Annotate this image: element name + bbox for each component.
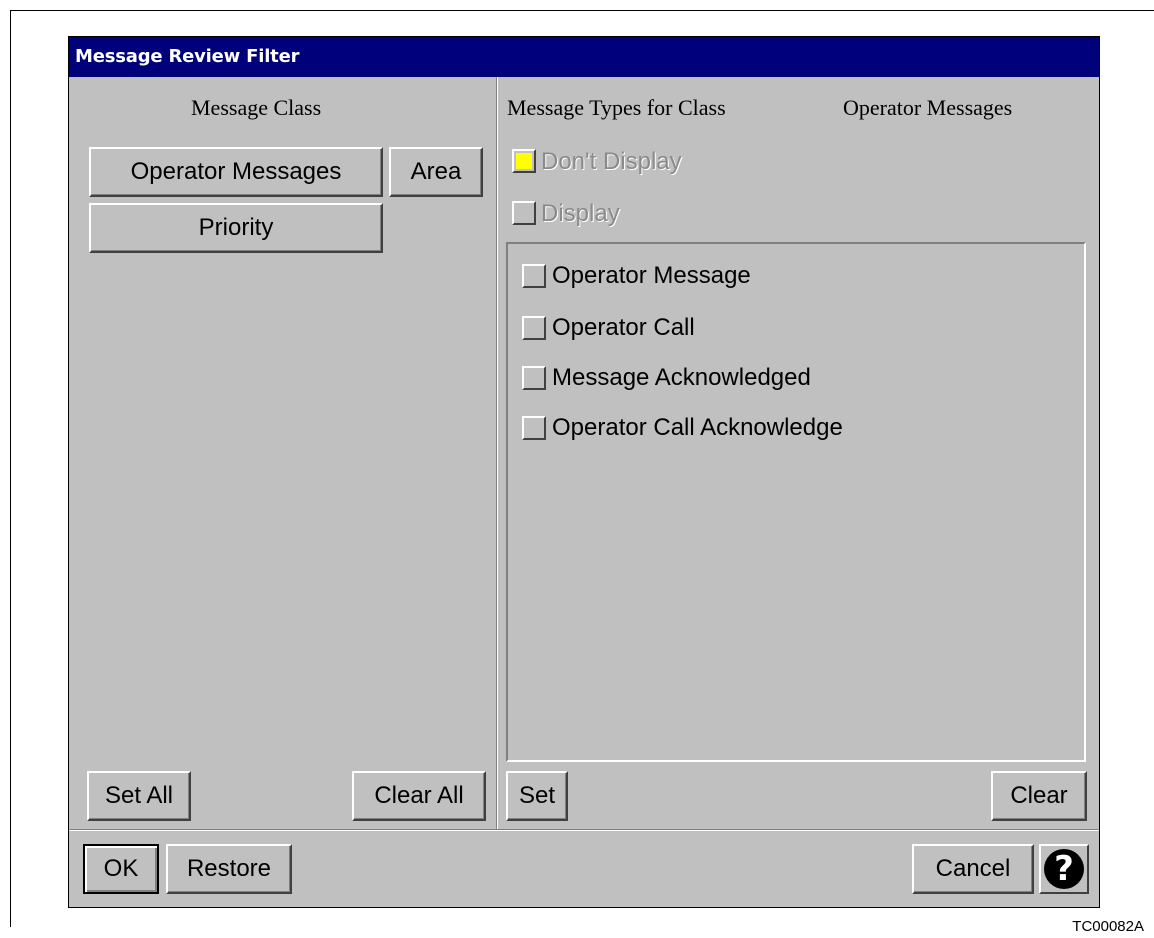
dont-display-checkbox[interactable] xyxy=(512,149,536,173)
ok-button[interactable]: OK xyxy=(83,844,159,894)
dialog-title: Message Review Filter xyxy=(69,37,1099,77)
message-types-heading: Message Types for Class xyxy=(507,95,726,120)
operator-message-checkbox[interactable] xyxy=(522,264,546,288)
figure-id: TC00082A xyxy=(1072,918,1144,935)
restore-button[interactable]: Restore xyxy=(166,844,292,894)
page-frame-left xyxy=(10,10,11,927)
footer-divider xyxy=(69,829,1099,831)
message-review-filter-dialog: Message Review Filter Message Class Oper… xyxy=(68,36,1100,908)
panel-divider xyxy=(496,77,498,829)
message-acknowledged-checkbox[interactable] xyxy=(522,366,546,390)
priority-button[interactable]: Priority xyxy=(89,203,383,253)
operator-messages-button[interactable]: Operator Messages xyxy=(89,147,383,197)
message-acknowledged-label: Message Acknowledged xyxy=(552,364,811,391)
checked-fill xyxy=(516,153,532,169)
set-button[interactable]: Set xyxy=(506,771,568,821)
current-class-label: Operator Messages xyxy=(843,95,1013,120)
clear-button[interactable]: Clear xyxy=(991,771,1087,821)
dont-display-label: Don't Display xyxy=(541,148,682,175)
operator-call-checkbox[interactable] xyxy=(522,316,546,340)
clear-all-button[interactable]: Clear All xyxy=(352,771,486,821)
set-all-button[interactable]: Set All xyxy=(87,771,191,821)
area-button[interactable]: Area xyxy=(389,147,483,197)
page-frame-top xyxy=(10,10,1154,11)
message-types-list: Operator Message Operator Call Message A… xyxy=(506,242,1086,762)
operator-call-acknowledge-checkbox[interactable] xyxy=(522,416,546,440)
operator-call-acknowledge-label: Operator Call Acknowledge xyxy=(552,414,843,441)
help-button[interactable]: ? xyxy=(1039,844,1089,894)
message-class-heading: Message Class xyxy=(191,95,322,120)
operator-call-label: Operator Call xyxy=(552,314,695,341)
display-label: Display xyxy=(541,200,620,227)
operator-message-label: Operator Message xyxy=(552,262,751,289)
display-checkbox[interactable] xyxy=(512,201,536,225)
cancel-button[interactable]: Cancel xyxy=(912,844,1034,894)
help-icon: ? xyxy=(1044,849,1084,889)
